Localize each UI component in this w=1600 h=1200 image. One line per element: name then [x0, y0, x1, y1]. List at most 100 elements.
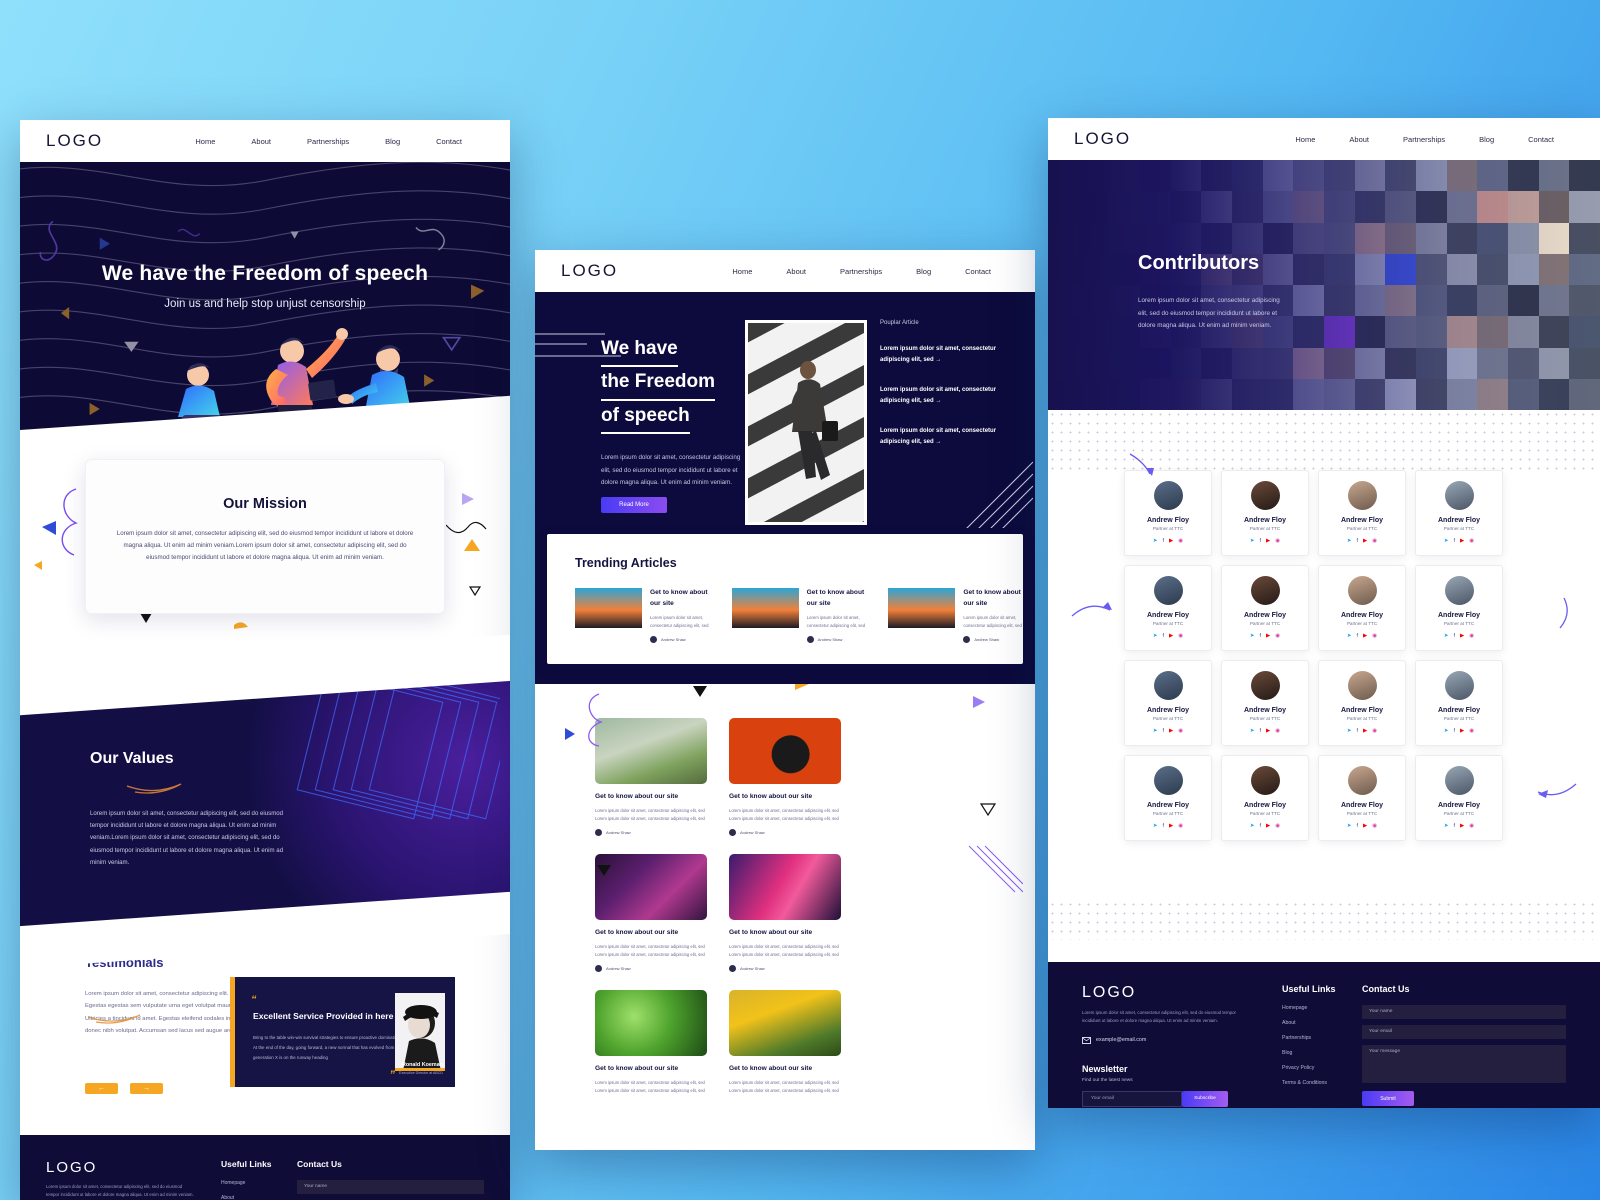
twitter-icon[interactable]: ➤ — [1347, 823, 1352, 829]
blog-card[interactable]: Get to know about our site Lorem ipsum d… — [729, 718, 841, 836]
instagram-icon[interactable]: ◉ — [1469, 633, 1474, 639]
footer-link-about[interactable]: About — [1282, 1020, 1362, 1026]
facebook-icon[interactable]: f — [1260, 538, 1262, 544]
instagram-icon[interactable]: ◉ — [1372, 538, 1377, 544]
youtube-icon[interactable]: ▶ — [1266, 728, 1270, 734]
blog-card[interactable]: Get to know about our site Lorem ipsum d… — [595, 989, 707, 1094]
instagram-icon[interactable]: ◉ — [1372, 728, 1377, 734]
nav-item-partnerships[interactable]: Partnerships — [840, 267, 882, 276]
twitter-icon[interactable]: ➤ — [1250, 823, 1255, 829]
logo[interactable]: LOGO — [46, 131, 103, 151]
nav-item-about[interactable]: About — [1349, 135, 1369, 144]
logo[interactable]: LOGO — [1074, 129, 1131, 149]
nav-item-blog[interactable]: Blog — [385, 137, 400, 146]
facebook-icon[interactable]: f — [1357, 538, 1359, 544]
testimonial-prev-button[interactable]: ← — [85, 1083, 118, 1094]
twitter-icon[interactable]: ➤ — [1153, 633, 1158, 639]
nav-item-partnerships[interactable]: Partnerships — [307, 137, 349, 146]
facebook-icon[interactable]: f — [1454, 823, 1456, 829]
twitter-icon[interactable]: ➤ — [1153, 823, 1158, 829]
youtube-icon[interactable]: ▶ — [1266, 633, 1270, 639]
read-more-button[interactable]: Read More — [601, 497, 667, 513]
youtube-icon[interactable]: ▶ — [1266, 538, 1270, 544]
facebook-icon[interactable]: f — [1454, 633, 1456, 639]
popular-article-3[interactable]: Lorem ipsum dolor sit amet, consectetur … — [880, 426, 1010, 449]
twitter-icon[interactable]: ➤ — [1444, 633, 1449, 639]
nav-item-home[interactable]: Home — [732, 267, 752, 276]
footer-link-partnerships[interactable]: Partnerships — [1282, 1035, 1362, 1041]
twitter-icon[interactable]: ➤ — [1250, 538, 1255, 544]
contributor-card[interactable]: Andrew Floy Partner at TTC ➤ f ▶ ◉ — [1415, 755, 1503, 841]
facebook-icon[interactable]: f — [1163, 633, 1165, 639]
instagram-icon[interactable]: ◉ — [1275, 633, 1280, 639]
nav-item-contact[interactable]: Contact — [1528, 135, 1554, 144]
twitter-icon[interactable]: ➤ — [1347, 633, 1352, 639]
footer-link-terms[interactable]: Terms & Conditions — [1282, 1080, 1362, 1086]
instagram-icon[interactable]: ◉ — [1469, 538, 1474, 544]
facebook-icon[interactable]: f — [1163, 538, 1165, 544]
instagram-icon[interactable]: ◉ — [1178, 823, 1183, 829]
popular-article-1[interactable]: Lorem ipsum dolor sit amet, consectetur … — [880, 344, 1010, 367]
nav-item-blog[interactable]: Blog — [1479, 135, 1494, 144]
youtube-icon[interactable]: ▶ — [1460, 728, 1464, 734]
nav-item-home[interactable]: Home — [195, 137, 215, 146]
twitter-icon[interactable]: ➤ — [1347, 538, 1352, 544]
contributor-card[interactable]: Andrew Floy Partner at TTC ➤ f ▶ ◉ — [1221, 660, 1309, 746]
newsletter-subscribe-button[interactable]: Subscribe — [1182, 1090, 1228, 1107]
facebook-icon[interactable]: f — [1163, 823, 1165, 829]
contributor-card[interactable]: Andrew Floy Partner at TTC ➤ f ▶ ◉ — [1318, 565, 1406, 651]
contributor-card[interactable]: Andrew Floy Partner at TTC ➤ f ▶ ◉ — [1318, 470, 1406, 556]
twitter-icon[interactable]: ➤ — [1250, 728, 1255, 734]
footer-link-about[interactable]: About — [221, 1195, 297, 1200]
trending-card[interactable]: Get to know about our site Lorem ipsum d… — [731, 588, 867, 643]
instagram-icon[interactable]: ◉ — [1372, 633, 1377, 639]
facebook-icon[interactable]: f — [1260, 633, 1262, 639]
youtube-icon[interactable]: ▶ — [1169, 823, 1173, 829]
youtube-icon[interactable]: ▶ — [1363, 538, 1367, 544]
testimonial-next-button[interactable]: → — [130, 1083, 163, 1094]
instagram-icon[interactable]: ◉ — [1178, 728, 1183, 734]
blog-card[interactable]: Get to know about our site Lorem ipsum d… — [729, 989, 841, 1094]
nav-item-contact[interactable]: Contact — [965, 267, 991, 276]
twitter-icon[interactable]: ➤ — [1153, 728, 1158, 734]
twitter-icon[interactable]: ➤ — [1153, 538, 1158, 544]
facebook-icon[interactable]: f — [1260, 728, 1262, 734]
trending-card[interactable]: Get to know about our site Lorem ipsum d… — [888, 588, 1023, 643]
contact-email-input[interactable]: Your email — [1362, 1025, 1566, 1039]
instagram-icon[interactable]: ◉ — [1372, 823, 1377, 829]
nav-item-about[interactable]: About — [786, 267, 806, 276]
facebook-icon[interactable]: f — [1357, 728, 1359, 734]
youtube-icon[interactable]: ▶ — [1460, 823, 1464, 829]
instagram-icon[interactable]: ◉ — [1275, 823, 1280, 829]
facebook-icon[interactable]: f — [1357, 633, 1359, 639]
instagram-icon[interactable]: ◉ — [1275, 538, 1280, 544]
footer-link-blog[interactable]: Blog — [1282, 1050, 1362, 1056]
footer-link-privacy[interactable]: Privacy Policy — [1282, 1065, 1362, 1071]
instagram-icon[interactable]: ◉ — [1178, 633, 1183, 639]
contributor-card[interactable]: Andrew Floy Partner at TTC ➤ f ▶ ◉ — [1124, 470, 1212, 556]
contributor-card[interactable]: Andrew Floy Partner at TTC ➤ f ▶ ◉ — [1221, 470, 1309, 556]
contact-name-input[interactable]: Your name — [297, 1180, 484, 1194]
facebook-icon[interactable]: f — [1454, 538, 1456, 544]
facebook-icon[interactable]: f — [1357, 823, 1359, 829]
contributor-card[interactable]: Andrew Floy Partner at TTC ➤ f ▶ ◉ — [1318, 660, 1406, 746]
contributor-card[interactable]: Andrew Floy Partner at TTC ➤ f ▶ ◉ — [1221, 755, 1309, 841]
nav-item-partnerships[interactable]: Partnerships — [1403, 135, 1445, 144]
youtube-icon[interactable]: ▶ — [1460, 633, 1464, 639]
contributor-card[interactable]: Andrew Floy Partner at TTC ➤ f ▶ ◉ — [1318, 755, 1406, 841]
contact-name-input[interactable]: Your name — [1362, 1005, 1566, 1019]
instagram-icon[interactable]: ◉ — [1178, 538, 1183, 544]
youtube-icon[interactable]: ▶ — [1363, 728, 1367, 734]
facebook-icon[interactable]: f — [1163, 728, 1165, 734]
footer-email[interactable]: example@email.com — [1096, 1037, 1146, 1043]
youtube-icon[interactable]: ▶ — [1169, 538, 1173, 544]
nav-item-about[interactable]: About — [251, 137, 271, 146]
contact-message-input[interactable]: Your message — [1362, 1045, 1566, 1083]
youtube-icon[interactable]: ▶ — [1266, 823, 1270, 829]
popular-article-2[interactable]: Lorem ipsum dolor sit amet, consectetur … — [880, 385, 1010, 408]
youtube-icon[interactable]: ▶ — [1460, 538, 1464, 544]
logo[interactable]: LOGO — [561, 261, 618, 281]
youtube-icon[interactable]: ▶ — [1363, 823, 1367, 829]
twitter-icon[interactable]: ➤ — [1444, 728, 1449, 734]
twitter-icon[interactable]: ➤ — [1444, 538, 1449, 544]
